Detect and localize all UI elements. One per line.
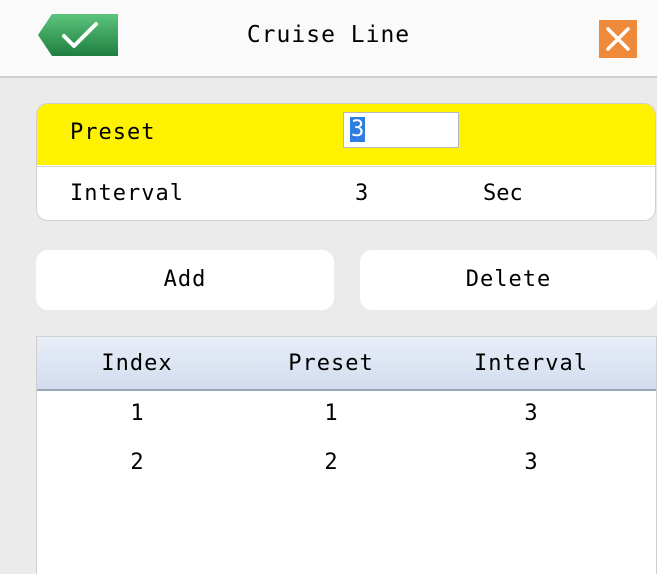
interval-unit: Sec: [483, 181, 523, 206]
delete-button[interactable]: Delete: [360, 250, 657, 310]
table-header: Index Preset Interval: [37, 337, 656, 391]
column-header-preset: Preset: [288, 351, 374, 376]
table-row[interactable]: 1 1 3: [37, 393, 656, 435]
interval-value[interactable]: 3: [355, 181, 368, 206]
column-header-index: Index: [101, 351, 173, 376]
cell-interval: 3: [524, 450, 538, 475]
interval-row: Interval 3 Sec: [37, 166, 655, 220]
cell-preset: 1: [324, 401, 338, 426]
preset-input-value: 3: [350, 117, 366, 142]
add-button[interactable]: Add: [36, 250, 334, 310]
window-title: Cruise Line: [246, 22, 411, 48]
close-button[interactable]: [599, 20, 637, 58]
preset-input[interactable]: 3: [343, 112, 459, 148]
settings-panel: Preset 3 Interval 3 Sec: [36, 103, 656, 221]
title-bar: Cruise Line: [0, 0, 657, 78]
cell-preset: 2: [324, 450, 338, 475]
preset-label: Preset: [70, 120, 156, 145]
preset-row: Preset 3: [37, 104, 655, 165]
close-icon: [606, 27, 630, 51]
cell-index: 1: [130, 401, 144, 426]
cell-index: 2: [130, 450, 144, 475]
table-row[interactable]: 2 2 3: [37, 442, 656, 484]
cruise-table: Index Preset Interval 1 1 3 2 2 3: [36, 336, 657, 574]
column-header-interval: Interval: [474, 351, 588, 376]
interval-label: Interval: [70, 181, 184, 206]
cell-interval: 3: [524, 401, 538, 426]
